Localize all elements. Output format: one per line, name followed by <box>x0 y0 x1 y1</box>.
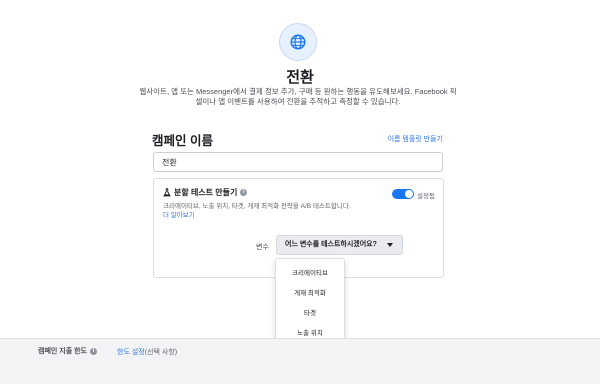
toggle-state-label: 설정됨 <box>417 193 435 200</box>
variable-select[interactable]: 어느 변수를 테스트하시겠어요? <box>276 235 403 255</box>
campaign-name-input[interactable]: 전환 <box>153 152 443 172</box>
dropdown-option-audience[interactable]: 타겟 <box>276 307 344 317</box>
split-test-toggle[interactable] <box>392 189 414 199</box>
toggle-knob <box>405 190 413 198</box>
learn-more-link[interactable]: 더 알아보기 <box>163 209 195 219</box>
variable-label: 변수 <box>256 244 269 251</box>
description-line-1: 웹사이트, 앱 또는 Messenger에서 결제 정보 추가, 구매 등 원하… <box>139 87 413 96</box>
optional-note: (선택 사항) <box>144 349 178 356</box>
set-limit-link[interactable]: 한도 설정 <box>117 349 145 356</box>
variable-dropdown-menu: 크리에이티브 게재 최적화 타겟 노출 위치 <box>275 258 345 342</box>
campaign-name-heading: 캠페인 이름 <box>152 134 213 148</box>
chevron-down-icon <box>387 243 393 247</box>
flask-icon <box>163 188 171 197</box>
info-icon[interactable]: i <box>240 189 248 196</box>
split-test-heading: 분할 테스트 만들기 i <box>163 187 248 198</box>
set-limit-link-group: 한도 설정(선택 사항) <box>117 347 177 357</box>
globe-icon-badge <box>279 23 317 61</box>
dropdown-option-placement[interactable]: 노출 위치 <box>276 327 344 337</box>
split-test-title: 분할 테스트 만들기 <box>174 188 238 197</box>
objective-description: 웹사이트, 앱 또는 Messenger에서 결제 정보 추가, 구매 등 원하… <box>136 87 460 107</box>
dropdown-option-delivery-optimization[interactable]: 게재 최적화 <box>276 287 344 297</box>
variable-select-text: 어느 변수를 테스트하시겠어요? <box>285 241 377 248</box>
info-icon[interactable]: i <box>89 347 97 355</box>
spending-limit-bar <box>0 338 600 384</box>
spending-limit-label: 캠페인 지출 한도 i <box>38 346 97 356</box>
dropdown-option-creative[interactable]: 크리에이티브 <box>276 267 344 277</box>
create-name-template-link[interactable]: 이름 템플릿 만들기 <box>388 134 443 144</box>
spending-limit-text: 캠페인 지출 한도 <box>38 348 87 355</box>
objective-title: 전환 <box>286 69 314 86</box>
globe-icon <box>290 34 306 50</box>
